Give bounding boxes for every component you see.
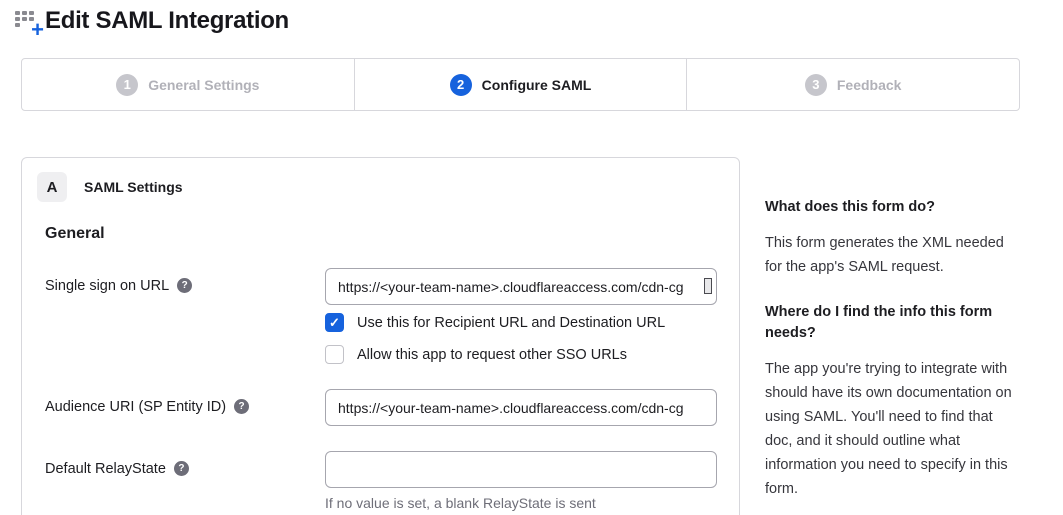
relay-state-input-wrap — [325, 451, 717, 488]
edit-saml-integration-page: + Edit SAML Integration 1 General Settin… — [0, 0, 1063, 515]
step-general-settings[interactable]: 1 General Settings — [22, 59, 355, 110]
recipient-url-checkbox-label: Use this for Recipient URL and Destinati… — [357, 315, 665, 331]
step-feedback[interactable]: 3 Feedback — [687, 59, 1019, 110]
audience-uri-label: Audience URI (SP Entity ID) — [45, 398, 226, 416]
panel-header: A SAML Settings — [22, 158, 739, 214]
step-label: General Settings — [148, 77, 259, 93]
relay-state-helper-text: If no value is set, a blank RelayState i… — [325, 495, 717, 511]
step-number-badge: 1 — [116, 74, 138, 96]
app-grid-plus-icon: + — [15, 8, 42, 35]
audience-uri-input[interactable] — [325, 389, 717, 426]
sso-url-row: Single sign on URL ? ✓ Use this for Reci… — [45, 268, 715, 364]
sidebar-heading-what: What does this form do? — [765, 197, 1017, 218]
help-icon[interactable]: ? — [177, 278, 192, 293]
check-icon: ✓ — [329, 316, 340, 329]
sidebar-heading-where: Where do I find the info this form needs… — [765, 302, 1017, 344]
step-configure-saml[interactable]: 2 Configure SAML — [355, 59, 688, 110]
panel-title: SAML Settings — [84, 179, 183, 195]
other-sso-checkbox[interactable] — [325, 345, 344, 364]
sso-url-label-wrap: Single sign on URL ? — [45, 268, 325, 364]
page-header: + Edit SAML Integration — [15, 7, 289, 35]
page-title: Edit SAML Integration — [45, 7, 289, 35]
step-number-badge: 2 — [450, 74, 472, 96]
sidebar-body-what: This form generates the XML needed for t… — [765, 231, 1017, 279]
text-cursor — [704, 278, 712, 294]
section-a-badge: A — [37, 172, 67, 202]
wizard-stepper: 1 General Settings 2 Configure SAML 3 Fe… — [21, 58, 1020, 111]
step-number-badge: 3 — [805, 74, 827, 96]
relay-state-row: Default RelayState ? If no value is set,… — [45, 451, 715, 511]
sidebar-body-where: The app you're trying to integrate with … — [765, 357, 1017, 501]
sso-url-input-wrap — [325, 268, 717, 305]
help-sidebar: What does this form do? This form genera… — [765, 197, 1017, 515]
audience-uri-field-col — [325, 389, 717, 426]
relay-state-input[interactable] — [325, 451, 717, 488]
help-icon[interactable]: ? — [174, 461, 189, 476]
general-section-heading: General — [45, 225, 715, 243]
plus-icon: + — [31, 19, 44, 41]
help-icon[interactable]: ? — [234, 399, 249, 414]
relay-state-label-wrap: Default RelayState ? — [45, 451, 325, 511]
sso-url-field-col: ✓ Use this for Recipient URL and Destina… — [325, 268, 717, 364]
saml-form: General Single sign on URL ? ✓ — [22, 225, 739, 511]
recipient-url-checkbox-row: ✓ Use this for Recipient URL and Destina… — [325, 313, 717, 332]
audience-uri-row: Audience URI (SP Entity ID) ? — [45, 389, 715, 426]
other-sso-checkbox-label: Allow this app to request other SSO URLs — [357, 347, 627, 363]
recipient-url-checkbox[interactable]: ✓ — [325, 313, 344, 332]
step-label: Feedback — [837, 77, 902, 93]
sso-url-label: Single sign on URL — [45, 277, 169, 295]
relay-state-field-col: If no value is set, a blank RelayState i… — [325, 451, 717, 511]
other-sso-checkbox-row: Allow this app to request other SSO URLs — [325, 345, 717, 364]
step-label: Configure SAML — [482, 77, 592, 93]
audience-uri-input-wrap — [325, 389, 717, 426]
relay-state-label: Default RelayState — [45, 460, 166, 478]
sso-url-input[interactable] — [325, 268, 717, 305]
saml-settings-panel: A SAML Settings General Single sign on U… — [21, 157, 740, 515]
audience-uri-label-wrap: Audience URI (SP Entity ID) ? — [45, 389, 325, 426]
